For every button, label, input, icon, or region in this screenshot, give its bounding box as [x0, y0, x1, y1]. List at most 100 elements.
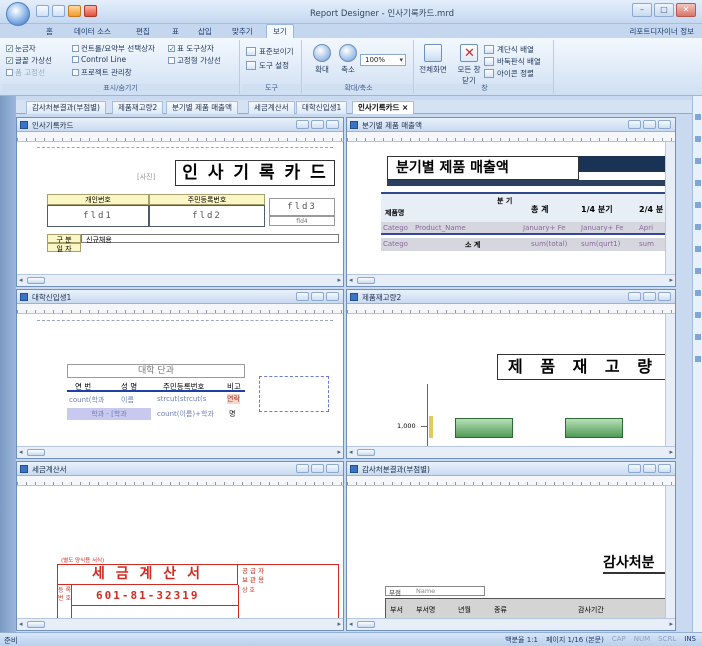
vertical-scrollbar[interactable] [665, 314, 675, 446]
doctab-tax[interactable]: 세금계산서 [248, 101, 295, 114]
designer-info-link[interactable]: 리포트디자이너 정보 [630, 26, 694, 37]
horizontal-scrollbar[interactable]: ◂ ▸ [17, 446, 343, 458]
toolbox-icon[interactable] [695, 114, 701, 120]
control-line-checkbox[interactable]: Control Line [72, 55, 126, 64]
maximize-button[interactable]: □ [654, 3, 674, 17]
horizontal-scrollbar[interactable]: ◂ ▸ [347, 446, 675, 458]
tab-home[interactable]: 홈 [46, 26, 53, 37]
open-icon[interactable] [52, 5, 65, 17]
scroll-right-icon[interactable]: ▸ [337, 620, 341, 628]
doctab-stock[interactable]: 제품재고량2 [112, 101, 164, 114]
report-canvas[interactable]: 감사처분 부점 Name 부서 부서명 년월 종류 감사기간 [347, 486, 675, 618]
tab-align[interactable]: 맞추기 [232, 26, 253, 37]
scroll-left-icon[interactable]: ◂ [349, 620, 353, 628]
scroll-thumb[interactable] [357, 621, 375, 628]
minimize-button[interactable]: – [632, 3, 652, 17]
scroll-thumb[interactable] [357, 449, 375, 456]
report-canvas[interactable]: 대학 단과 연 번 성 명 주민등록번호 비고 count(학과 이름 strc… [17, 314, 343, 446]
scroll-left-icon[interactable]: ◂ [349, 276, 353, 284]
horizontal-scrollbar[interactable]: ◂ ▸ [347, 274, 675, 286]
close-button[interactable]: ✕ [676, 3, 696, 17]
close-icon[interactable] [326, 464, 339, 473]
fixed-guide-checkbox[interactable]: 고정형 가상선 [168, 55, 221, 66]
control-selectbox-checkbox[interactable]: 컨트롤/요약부 선택상자 [72, 43, 155, 54]
scroll-left-icon[interactable]: ◂ [19, 620, 23, 628]
tool-settings-button[interactable]: 도구 설정 [246, 60, 289, 71]
restore-icon[interactable] [311, 464, 324, 473]
undo-icon[interactable] [84, 5, 97, 17]
toolbox-icon[interactable] [695, 268, 701, 274]
restore-icon[interactable] [643, 464, 656, 473]
vertical-scrollbar[interactable] [665, 142, 675, 274]
doctab-quarterly[interactable]: 분기별 제품 매출액 [166, 101, 238, 114]
arrange-icons-button[interactable]: 아이콘 정렬 [484, 68, 534, 79]
doctab-freshmen[interactable]: 대학신입생1 [296, 101, 348, 114]
zoom-level-select[interactable]: 100% [360, 54, 406, 66]
tab-edit[interactable]: 편집 [136, 26, 150, 37]
ruler-checkbox[interactable]: ✓ 눈금자 [6, 43, 36, 54]
toolbox-icon[interactable] [695, 158, 701, 164]
scroll-left-icon[interactable]: ◂ [19, 448, 23, 456]
close-icon[interactable] [326, 120, 339, 129]
report-canvas[interactable]: (별도 양식용 서식) 세 금 계 산 서 공 급 자 보 관 용 등 록 번 … [17, 486, 343, 618]
panel-tax-invoice[interactable]: 세금계산서 (별도 양식용 서식) 세 금 계 산 서 공 급 자 보 관 용 … [16, 461, 344, 631]
minimize-icon[interactable] [296, 464, 309, 473]
tab-insert[interactable]: 삽입 [198, 26, 212, 37]
scroll-thumb[interactable] [27, 621, 45, 628]
font-guide-checkbox[interactable]: ✓ 글꼴 가상선 [6, 55, 52, 66]
panel-freshmen[interactable]: 대학신입생1 대학 단과 연 번 성 명 주민등록번호 비고 count(학과 … [16, 289, 344, 459]
close-icon[interactable] [658, 120, 671, 129]
horizontal-scrollbar[interactable]: ◂ ▸ [17, 274, 343, 286]
doctab-audit[interactable]: 감사처분결과(부점별) [26, 101, 106, 114]
scroll-thumb[interactable] [27, 449, 45, 456]
save-icon[interactable] [68, 5, 81, 17]
toolbox-icon[interactable] [695, 334, 701, 340]
close-icon[interactable] [658, 292, 671, 301]
close-all-button[interactable]: 모든 창 닫기 [456, 44, 482, 86]
panel-audit-results[interactable]: 감사처분결과(부점별) 감사처분 부점 Name 부서 부서명 년월 종류 감사… [346, 461, 676, 631]
zoom-in-button[interactable]: 확대 [310, 44, 334, 75]
toolbox-icon[interactable] [695, 312, 701, 318]
project-manager-checkbox[interactable]: 프로젝트 관리창 [72, 67, 132, 78]
toolbox-icon[interactable] [695, 246, 701, 252]
minimize-icon[interactable] [296, 120, 309, 129]
toolbox-icon[interactable] [695, 356, 701, 362]
toolbox-icon[interactable] [695, 136, 701, 142]
show-standard-button[interactable]: 표준보이기 [246, 46, 294, 57]
new-icon[interactable] [36, 5, 49, 17]
restore-icon[interactable] [643, 292, 656, 301]
close-icon[interactable] [326, 292, 339, 301]
restore-icon[interactable] [643, 120, 656, 129]
zoom-out-button[interactable]: 축소 [336, 44, 360, 75]
restore-icon[interactable] [311, 120, 324, 129]
scroll-left-icon[interactable]: ◂ [19, 276, 23, 284]
scroll-thumb[interactable] [27, 277, 45, 284]
close-tab-icon[interactable]: × [402, 103, 408, 112]
scroll-right-icon[interactable]: ▸ [337, 448, 341, 456]
vertical-scrollbar[interactable] [665, 486, 675, 618]
report-canvas[interactable]: [사진] 인 사 기 록 카 드 개인번호 주민등록번호 fld1 fld2 f… [17, 142, 343, 274]
horizontal-scrollbar[interactable]: ◂ ▸ [347, 618, 675, 630]
tab-table[interactable]: 표 [172, 26, 179, 37]
scroll-right-icon[interactable]: ▸ [669, 448, 673, 456]
cascade-button[interactable]: 계단식 배열 [484, 44, 534, 55]
report-canvas[interactable]: 분기별 제품 매출액 제품명 분 기 총 계 1/4 분기 2/4 분 Cate… [347, 142, 675, 274]
panel-quarterly-sales[interactable]: 분기별 제품 매출액 분기별 제품 매출액 제품명 분 기 총 계 1/4 분기… [346, 117, 676, 287]
scroll-right-icon[interactable]: ▸ [669, 620, 673, 628]
panel-stock[interactable]: 제품재고량2 제 품 재 고 량 1,000 ◂ ▸ [346, 289, 676, 459]
scroll-left-icon[interactable]: ◂ [349, 448, 353, 456]
toolbox-icon[interactable] [695, 224, 701, 230]
tab-data-source[interactable]: 데이터 소스 [74, 26, 111, 37]
minimize-icon[interactable] [296, 292, 309, 301]
panel-personnel-card[interactable]: 인사기록카드 [사진] 인 사 기 록 카 드 개인번호 주민등록번호 fld1… [16, 117, 344, 287]
toolbox-icon[interactable] [695, 180, 701, 186]
fullscreen-button[interactable]: 전체화면 [418, 44, 448, 75]
minimize-icon[interactable] [628, 292, 641, 301]
minimize-icon[interactable] [628, 464, 641, 473]
scroll-right-icon[interactable]: ▸ [337, 276, 341, 284]
restore-icon[interactable] [311, 292, 324, 301]
office-button[interactable] [6, 2, 30, 26]
horizontal-scrollbar[interactable]: ◂ ▸ [17, 618, 343, 630]
toolbox-icon[interactable] [695, 290, 701, 296]
toolbox-icon[interactable] [695, 202, 701, 208]
